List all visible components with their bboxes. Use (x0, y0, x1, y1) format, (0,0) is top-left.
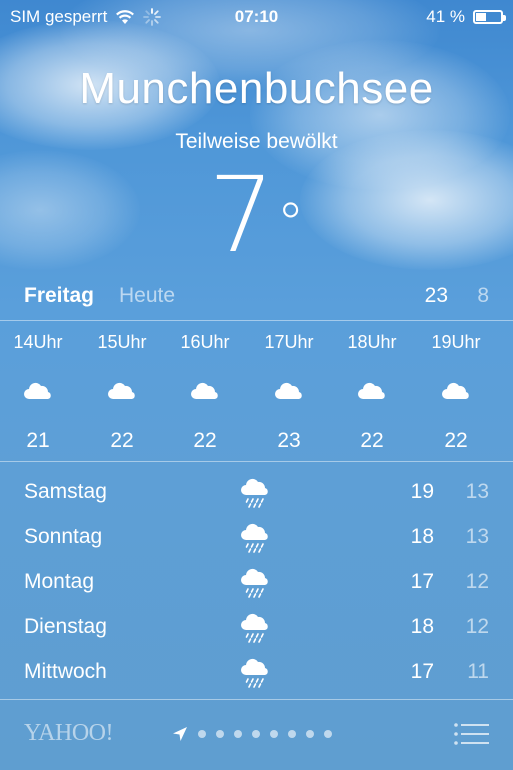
day-name: Sonntag (24, 525, 103, 548)
day-high: 18 (410, 525, 434, 548)
today-label: Heute (119, 284, 176, 307)
day-high: 17 (410, 570, 434, 593)
footer-bar: YAHOO! (0, 706, 513, 762)
current-temperature: 7° (0, 160, 513, 270)
page-dot[interactable] (306, 730, 314, 738)
hour-label: 14Uhr (13, 332, 63, 352)
rain-cloud-icon (241, 568, 268, 598)
cloud-icon (24, 382, 51, 399)
daily-row: Montag 17 12 (0, 560, 513, 604)
divider-middle (0, 461, 513, 462)
day-low: 12 (465, 570, 489, 593)
daily-row: Dienstag 18 12 (0, 605, 513, 649)
hour-temperature: 21 (26, 429, 50, 452)
divider-top (0, 320, 513, 321)
city-name: Munchenbuchsee (79, 64, 434, 113)
day-name: Samstag (24, 480, 107, 503)
hourly-forecast[interactable]: 14Uhr 21 15Uhr 22 16Uhr 22 17Uhr 23 18Uh… (0, 322, 513, 460)
daily-row: Sonntag 18 13 (0, 515, 513, 559)
day-high: 17 (410, 660, 434, 683)
battery-fill (476, 13, 486, 21)
hour-temperature: 22 (110, 429, 134, 452)
cloud-icon (108, 382, 135, 399)
page-dot[interactable] (216, 730, 224, 738)
hour-label: 17Uhr (264, 332, 314, 352)
day-low: 12 (465, 615, 489, 638)
degree-symbol: ° (276, 192, 305, 257)
page-dot[interactable] (270, 730, 278, 738)
battery-icon (473, 10, 506, 24)
hour-label: 18Uhr (347, 332, 397, 352)
divider-bottom (0, 699, 513, 700)
hour-temperature: 22 (193, 429, 217, 452)
hour-temperature: 22 (444, 429, 468, 452)
cloud-icon (358, 382, 385, 399)
hour-label: 19Uhr (431, 332, 481, 352)
page-dot[interactable] (198, 730, 206, 738)
current-condition: Teilweise bewölkt (175, 130, 338, 153)
rain-cloud-icon (241, 523, 268, 553)
today-high: 23 (424, 284, 448, 307)
page-dot[interactable] (234, 730, 242, 738)
cloud-icon (275, 382, 302, 399)
daily-row: Mittwoch 17 11 (0, 650, 513, 694)
page-dot[interactable] (324, 730, 332, 738)
page-indicator[interactable] (172, 726, 332, 742)
status-bar: SIM gesperrt 07:10 41 % (0, 0, 513, 34)
hour-label: 15Uhr (97, 332, 147, 352)
rain-cloud-icon (241, 613, 268, 643)
today-low: 8 (477, 284, 489, 307)
day-high: 19 (410, 480, 434, 503)
yahoo-link[interactable]: YAHOO! (24, 720, 114, 747)
day-high: 18 (410, 615, 434, 638)
battery-percent: 41 % (426, 7, 465, 26)
day-low: 13 (465, 525, 489, 548)
hour-temperature: 23 (277, 429, 301, 452)
page-dot[interactable] (288, 730, 296, 738)
day-name: Mittwoch (24, 660, 107, 683)
battery-group: 41 % (426, 7, 506, 27)
today-summary: Freitag Heute 23 8 (0, 284, 513, 314)
day-name: Dienstag (24, 615, 107, 638)
temperature-value: 7 (208, 154, 275, 276)
list-icon[interactable] (453, 722, 489, 746)
hour-label: 16Uhr (180, 332, 230, 352)
hour-temperature: 22 (360, 429, 384, 452)
day-name: Montag (24, 570, 95, 593)
today-day: Freitag (24, 284, 95, 307)
cloud-icon (442, 382, 469, 399)
rain-cloud-icon (241, 478, 268, 508)
location-arrow-icon (173, 727, 187, 741)
page-dot[interactable] (252, 730, 260, 738)
day-low: 11 (467, 660, 489, 683)
daily-row: Samstag 19 13 (0, 470, 513, 514)
rain-cloud-icon (241, 658, 268, 688)
day-low: 13 (465, 480, 489, 503)
cloud-icon (191, 382, 218, 399)
